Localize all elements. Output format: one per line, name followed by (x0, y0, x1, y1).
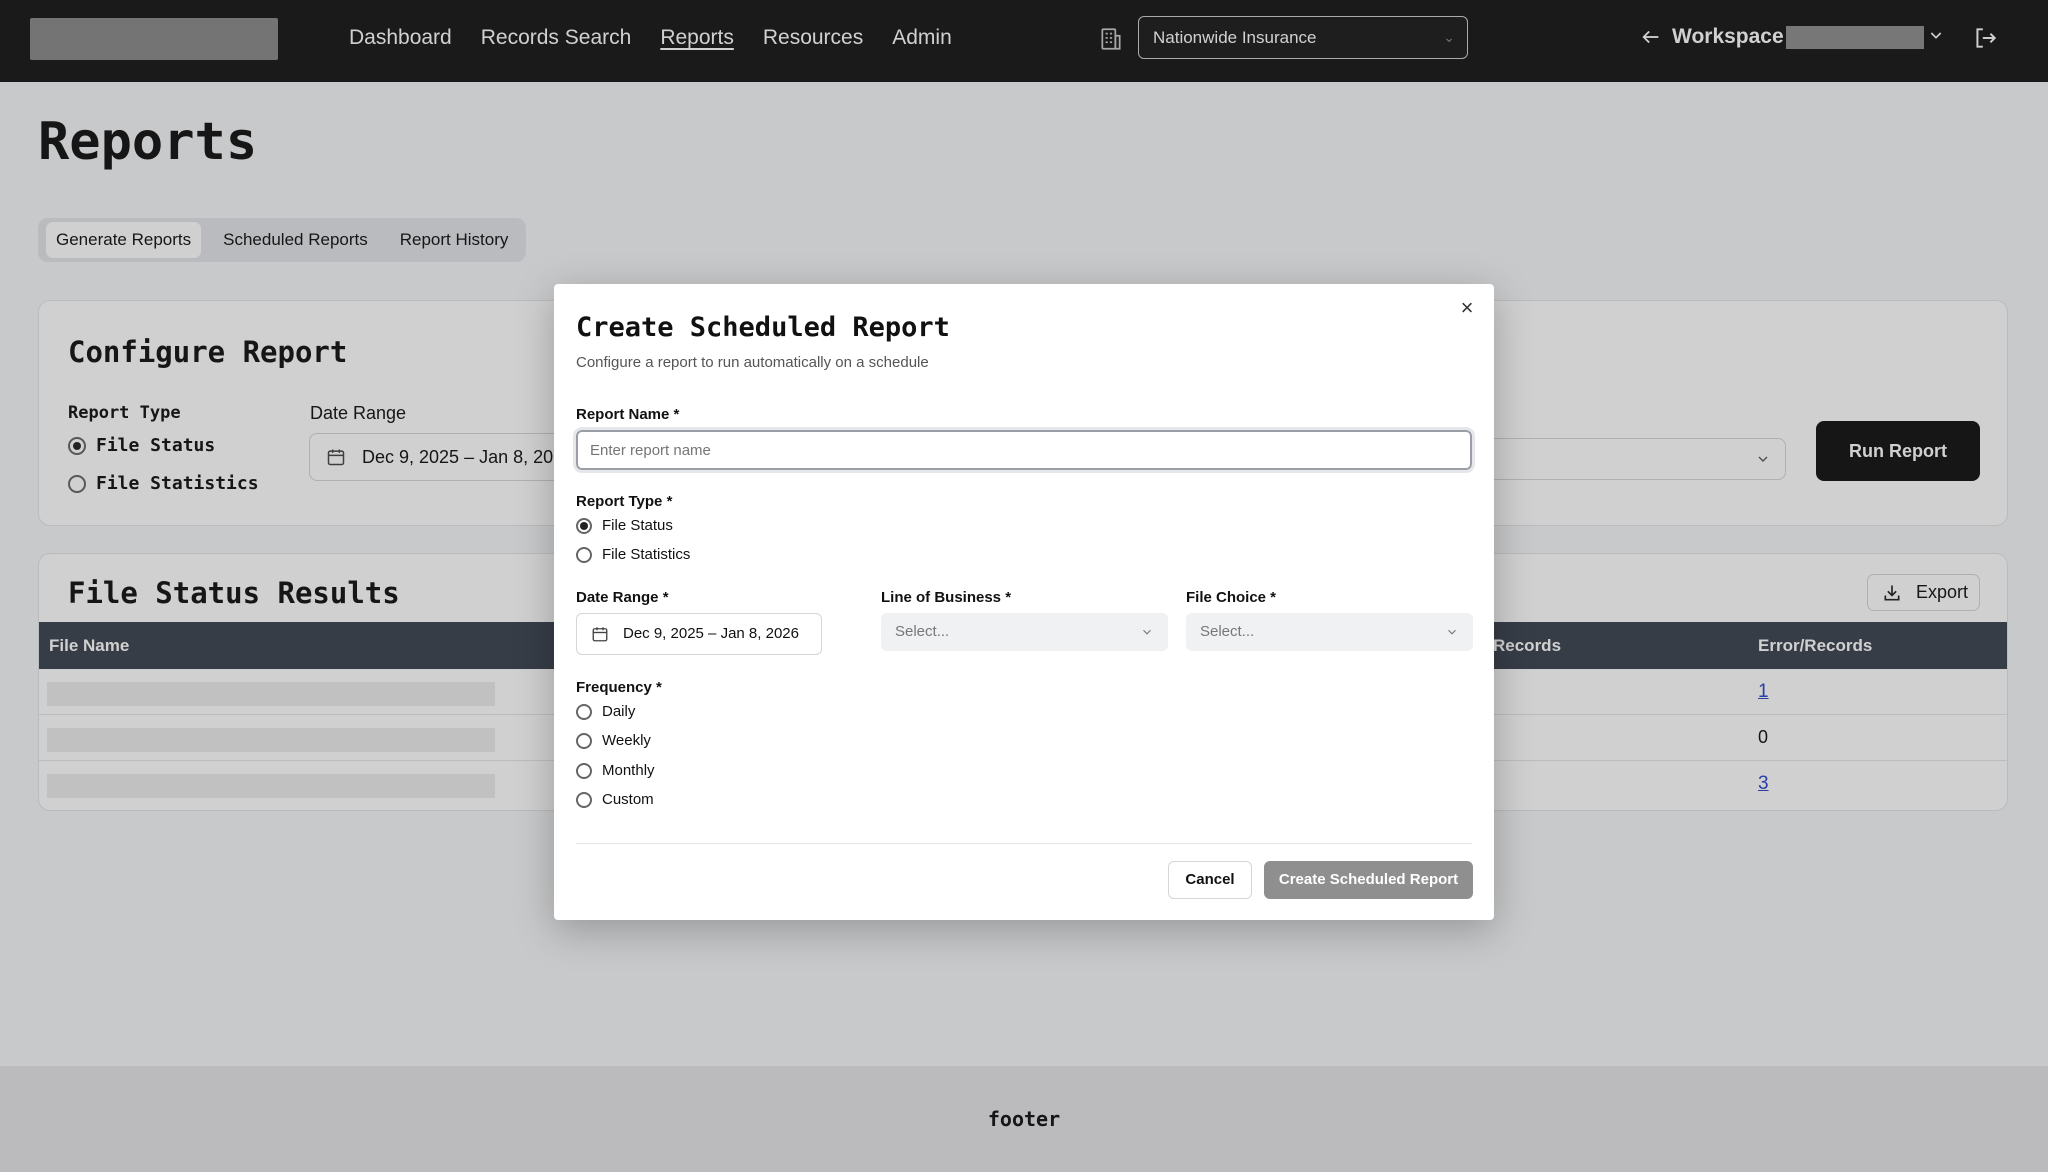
create-scheduled-report-button[interactable]: Create Scheduled Report (1264, 861, 1473, 899)
radio-label: File Status (602, 517, 673, 534)
radio-label: Weekly (602, 732, 651, 749)
create-scheduled-report-dialog: × Create Scheduled Report Configure a re… (554, 284, 1494, 920)
dialog-subtitle: Configure a report to run automatically … (576, 354, 929, 371)
radio-daily[interactable]: Daily (576, 703, 635, 720)
line-of-business-label: Line of Business * (881, 589, 1012, 606)
dialog-title: Create Scheduled Report (576, 312, 950, 343)
radio-label: File Statistics (602, 546, 691, 563)
report-name-input[interactable] (573, 427, 1475, 473)
select-placeholder: Select... (1200, 623, 1255, 640)
radio-button-selected[interactable] (576, 517, 592, 534)
radio-button[interactable] (576, 791, 592, 808)
date-range-picker[interactable]: Dec 9, 2025 – Jan 8, 2026 (576, 613, 822, 655)
file-choice-select[interactable]: Select... (1186, 613, 1473, 651)
date-range-label: Date Range * (576, 589, 669, 606)
radio-button[interactable] (576, 703, 592, 720)
radio-button[interactable] (576, 762, 592, 779)
frequency-label: Frequency * (576, 679, 662, 696)
report-name-label: Report Name * (576, 406, 680, 423)
file-choice-label: File Choice * (1186, 589, 1277, 606)
radio-file-status[interactable]: File Status (576, 517, 673, 534)
radio-button[interactable] (576, 732, 592, 749)
close-icon[interactable]: × (1456, 297, 1478, 320)
line-of-business-select[interactable]: Select... (881, 613, 1168, 651)
radio-file-statistics[interactable]: File Statistics (576, 546, 690, 563)
calendar-icon (592, 627, 608, 642)
dialog-divider (576, 843, 1472, 844)
radio-label: Monthly (602, 762, 655, 779)
radio-label: Custom (602, 791, 654, 808)
report-type-label: Report Type * (576, 493, 673, 510)
chevron-down-icon (1448, 629, 1456, 635)
radio-custom[interactable]: Custom (576, 791, 654, 808)
chevron-down-icon (1143, 629, 1151, 635)
cancel-button[interactable]: Cancel (1168, 861, 1252, 899)
radio-weekly[interactable]: Weekly (576, 732, 651, 749)
select-placeholder: Select... (895, 623, 950, 640)
date-range-value: Dec 9, 2025 – Jan 8, 2026 (623, 625, 799, 642)
radio-label: Daily (602, 703, 636, 720)
radio-monthly[interactable]: Monthly (576, 762, 655, 779)
radio-button[interactable] (576, 546, 592, 563)
